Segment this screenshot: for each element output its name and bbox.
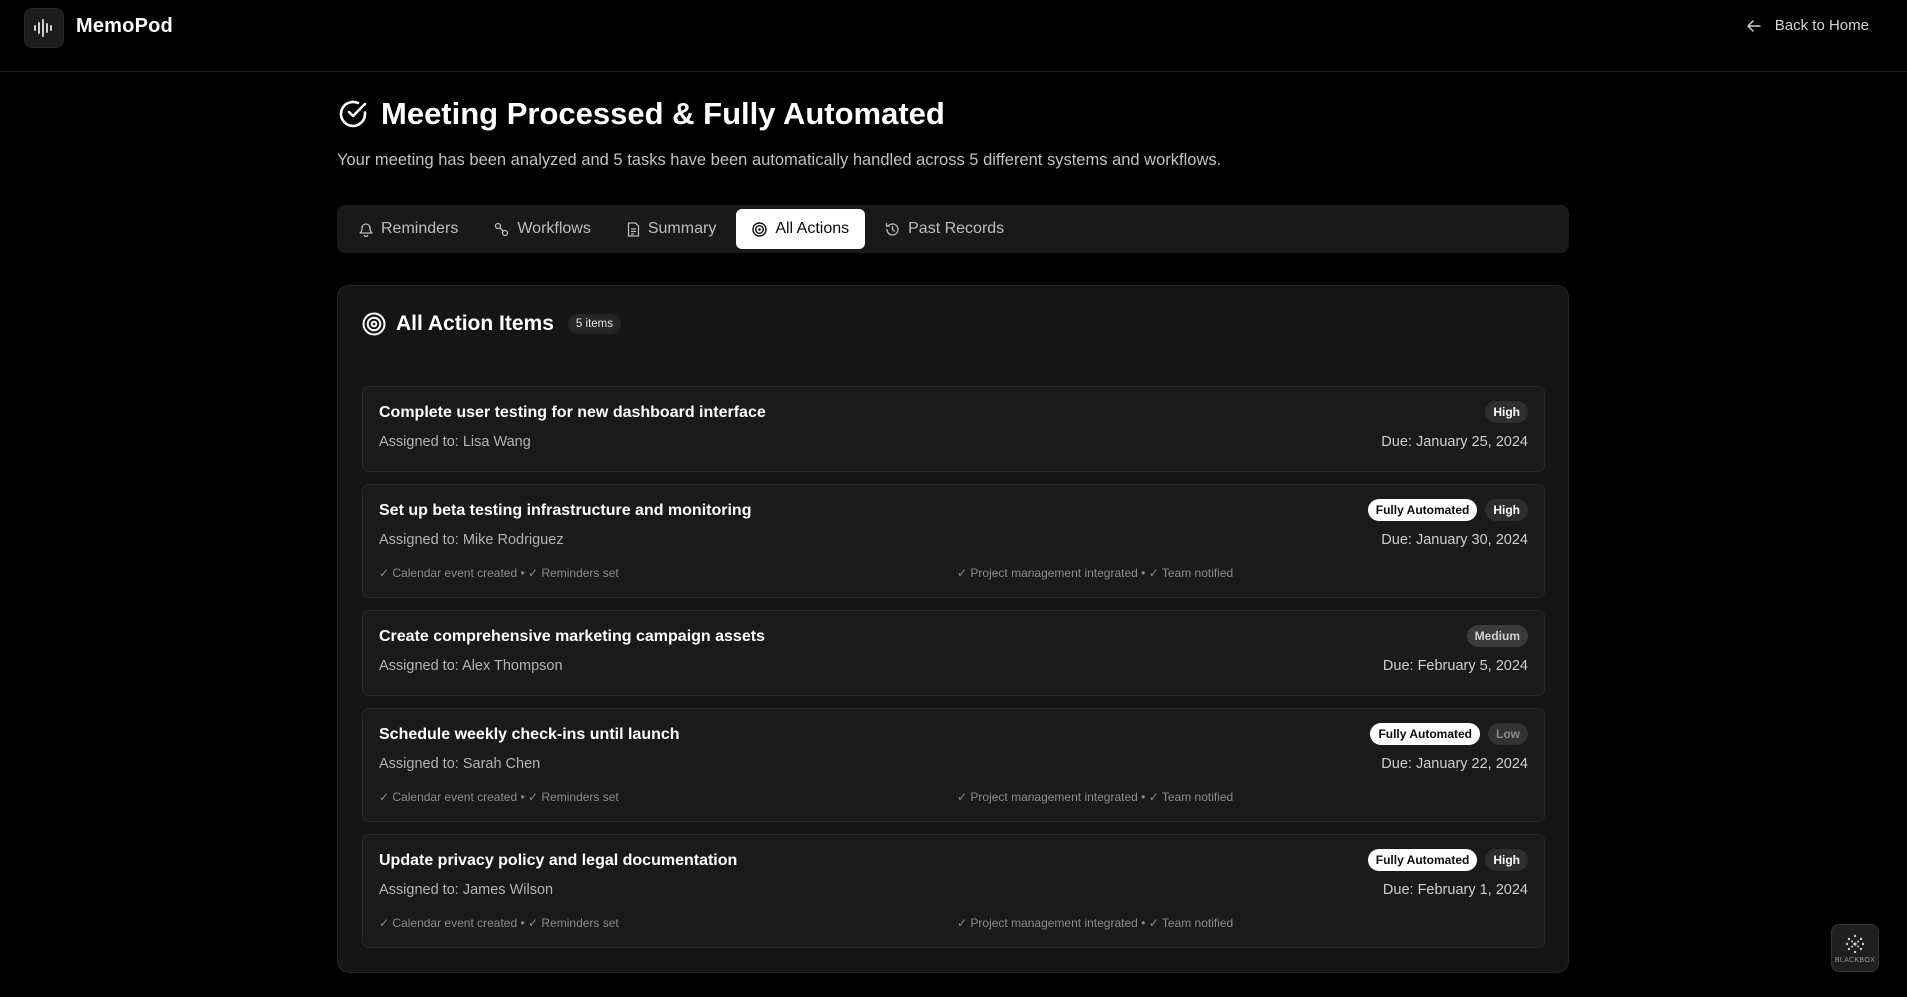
automation-badge: Fully Automated — [1367, 499, 1478, 521]
priority-badge: Low — [1488, 723, 1528, 745]
tab-label: Reminders — [381, 220, 459, 237]
check-circle-icon — [339, 100, 367, 128]
priority-badge: High — [1485, 499, 1528, 521]
arrow-left-icon — [1747, 19, 1761, 32]
back-to-home-label: Back to Home — [1774, 17, 1869, 34]
blackbox-label: BLACKBOX — [1834, 956, 1876, 964]
action-item-badges: Fully Automated High — [1367, 499, 1528, 521]
action-item-due-date: Due: February 5, 2024 — [1382, 658, 1528, 674]
audio-wave-icon — [34, 19, 52, 37]
action-item-assignee: Assigned to: Alex Thompson — [379, 658, 563, 674]
action-item-title: Create comprehensive marketing campaign … — [379, 628, 765, 645]
target-icon — [752, 221, 768, 237]
action-item-badges: Fully Automated Low — [1370, 723, 1528, 745]
item-count-badge: 5 items — [567, 314, 621, 334]
automation-status-integration: ✓ Project management integrated • ✓ Team… — [957, 916, 1234, 930]
action-items-list: Complete user testing for new dashboard … — [362, 386, 1545, 960]
page-subtitle: Your meeting has been analyzed and 5 tas… — [337, 151, 1222, 169]
app-logo[interactable] — [24, 8, 64, 48]
action-item-title: Schedule weekly check-ins until launch — [379, 726, 680, 743]
tab-reminders[interactable]: Reminders — [343, 209, 474, 249]
back-to-home-link[interactable]: Back to Home — [1747, 17, 1869, 34]
action-item[interactable]: Set up beta testing infrastructure and m… — [362, 484, 1545, 598]
action-item-due-date: Due: February 1, 2024 — [1382, 882, 1528, 898]
blackbox-widget[interactable]: BLACKBOX — [1831, 924, 1879, 972]
automation-badge: Fully Automated — [1367, 849, 1478, 871]
action-item-title: Set up beta testing infrastructure and m… — [379, 502, 752, 519]
history-icon — [885, 222, 899, 236]
action-item[interactable]: Schedule weekly check-ins until launch F… — [362, 708, 1545, 822]
workflow-icon — [495, 222, 509, 236]
action-item[interactable]: Update privacy policy and legal document… — [362, 834, 1545, 948]
automation-status-integration: ✓ Project management integrated • ✓ Team… — [957, 790, 1234, 804]
priority-badge: High — [1485, 401, 1528, 423]
top-bar: MemoPod Back to Home — [0, 0, 1907, 72]
document-icon — [627, 221, 640, 237]
tab-label: All Actions — [775, 220, 850, 237]
automation-status-calendar: ✓ Calendar event created • ✓ Reminders s… — [379, 790, 619, 804]
automation-status-calendar: ✓ Calendar event created • ✓ Reminders s… — [379, 916, 619, 930]
tab-summary[interactable]: Summary — [611, 209, 732, 249]
tab-label: Summary — [647, 220, 717, 237]
tab-all-actions[interactable]: All Actions — [736, 209, 866, 249]
action-item-assignee: Assigned to: James Wilson — [379, 882, 554, 898]
action-item[interactable]: Create comprehensive marketing campaign … — [362, 610, 1545, 696]
tab-workflows[interactable]: Workflows — [478, 209, 607, 249]
action-items-card: All Action Items 5 items Complete user t… — [337, 285, 1569, 973]
action-item-due-date: Due: January 22, 2024 — [1381, 756, 1528, 772]
action-item-assignee: Assigned to: Mike Rodriguez — [379, 532, 564, 548]
tab-label: Past Records — [908, 220, 1005, 237]
action-item-due-date: Due: January 30, 2024 — [1381, 532, 1528, 548]
card-header: All Action Items 5 items — [362, 312, 621, 336]
action-item-assignee: Assigned to: Lisa Wang — [379, 434, 531, 450]
action-item-badges: High — [1485, 401, 1528, 423]
action-item[interactable]: Complete user testing for new dashboard … — [362, 386, 1545, 472]
action-item-badges: Medium — [1466, 625, 1528, 647]
action-item-badges: Fully Automated High — [1367, 849, 1528, 871]
action-item-title: Complete user testing for new dashboard … — [379, 404, 766, 421]
automation-badge: Fully Automated — [1370, 723, 1480, 745]
tab-bar: Reminders Workflows Summary All Actions … — [337, 205, 1569, 253]
blackbox-logo-icon — [1845, 934, 1865, 953]
tab-label: Workflows — [517, 220, 591, 237]
brand-name: MemoPod — [76, 15, 173, 37]
automation-status-calendar: ✓ Calendar event created • ✓ Reminders s… — [379, 566, 619, 580]
target-icon — [362, 312, 386, 336]
bell-icon — [359, 222, 373, 237]
action-item-due-date: Due: January 25, 2024 — [1381, 434, 1528, 450]
action-item-title: Update privacy policy and legal document… — [379, 852, 738, 869]
card-title: All Action Items — [396, 312, 554, 335]
page-heading: Meeting Processed & Fully Automated — [337, 96, 945, 132]
page-title: Meeting Processed & Fully Automated — [381, 96, 945, 131]
automation-status-integration: ✓ Project management integrated • ✓ Team… — [957, 566, 1234, 580]
action-item-assignee: Assigned to: Sarah Chen — [379, 756, 541, 772]
priority-badge: High — [1485, 849, 1528, 871]
priority-badge: Medium — [1466, 625, 1528, 647]
tab-past-records[interactable]: Past Records — [869, 209, 1020, 249]
